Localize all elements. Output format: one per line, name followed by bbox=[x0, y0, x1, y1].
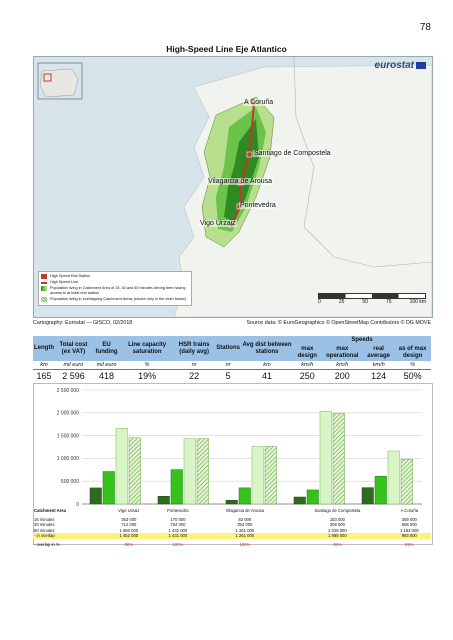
page-number: 78 bbox=[419, 22, 431, 33]
overlap-legend-icon bbox=[41, 297, 47, 302]
map-legend: High Speed Rail Station High Speed Line … bbox=[38, 271, 192, 306]
bar-1-1 bbox=[170, 469, 183, 505]
catchment-legend-icon bbox=[41, 286, 47, 291]
bar-0-2 bbox=[115, 428, 128, 505]
bar-2-3 bbox=[264, 446, 277, 505]
bar-2-1 bbox=[238, 487, 251, 505]
y-tick-label: 500 000 bbox=[61, 479, 79, 485]
cartography-credit: Cartography: Eurostat — GISCO, 02/2018 bbox=[33, 320, 133, 326]
scale-bar: 0 25 50 75 100 km bbox=[318, 293, 426, 309]
y-tick-label: 1 500 000 bbox=[57, 433, 79, 439]
bar-0-0 bbox=[89, 487, 102, 505]
bar-3-0 bbox=[293, 496, 306, 505]
city-label-vilagarcia: Vilagarcia de Arousa bbox=[207, 178, 274, 185]
units-row: km mil euro mil euro% nr nr km km/h km/h km/h% bbox=[33, 361, 431, 370]
bar-1-0 bbox=[157, 495, 170, 505]
bar-4-0 bbox=[361, 487, 374, 505]
values-row: 165 2 596 418 19% 22 5 41 250 200 124 50% bbox=[36, 371, 422, 381]
bar-2-0 bbox=[225, 500, 238, 505]
y-tick-label: 2 500 000 bbox=[57, 388, 79, 394]
station-marker-santiago bbox=[246, 151, 253, 158]
city-label-vigo: Vigo Urzaiz bbox=[199, 220, 237, 227]
page-title: High-Speed Line Eje Atlantico bbox=[166, 44, 287, 54]
bar-3-3 bbox=[332, 413, 345, 505]
city-label-pontevedra: Pontevedra bbox=[239, 202, 277, 209]
source-credit: Source data: © EuroGeographics © OpenStr… bbox=[246, 320, 431, 326]
bar-3-2 bbox=[319, 411, 332, 505]
bar-0-1 bbox=[102, 471, 115, 505]
bar-3-1 bbox=[306, 489, 319, 505]
bar-1-3 bbox=[196, 438, 209, 505]
city-label-santiago: Santiago de Compostela bbox=[253, 150, 332, 157]
table-row: - overlap in % 88% 100% 100% 98% 85% bbox=[34, 541, 414, 547]
y-tick-label: 1 000 000 bbox=[57, 456, 79, 462]
bar-0-3 bbox=[128, 437, 141, 505]
y-tick-label: 0 bbox=[76, 502, 79, 508]
station-legend-icon bbox=[41, 274, 47, 279]
eurostat-logo: eurostat bbox=[375, 60, 426, 71]
bar-1-2 bbox=[183, 438, 196, 505]
bar-4-2 bbox=[387, 450, 400, 505]
bar-2-2 bbox=[251, 446, 264, 505]
y-tick-label: 2 000 000 bbox=[57, 411, 79, 417]
line-legend-icon bbox=[41, 282, 47, 284]
bar-4-1 bbox=[374, 476, 387, 505]
city-label-a-coruna: A Coruña bbox=[243, 99, 275, 106]
line-stats-table: Length Total cost (ex VAT) EU funding Li… bbox=[33, 336, 431, 382]
map-credits: Cartography: Eurostat — GISCO, 02/2018 S… bbox=[33, 320, 431, 326]
catchment-data-table: Catchment Area Vigo Urzaiz Pontevedra Vila… bbox=[33, 508, 431, 547]
bar-4-3 bbox=[400, 458, 413, 505]
map-panel: eurostat A Coruña Santiago de Compostela… bbox=[33, 56, 433, 318]
